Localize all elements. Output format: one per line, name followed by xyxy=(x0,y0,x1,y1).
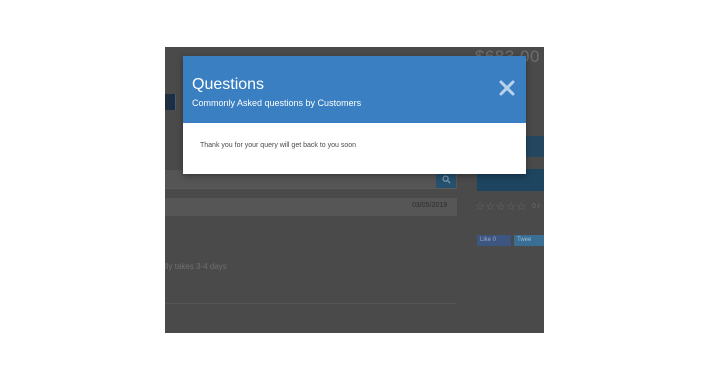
divider xyxy=(165,303,457,304)
modal-message: Thank you for your query will get back t… xyxy=(200,142,357,149)
rating-count: 0 r xyxy=(532,203,541,210)
question-date: 03/05/2019 xyxy=(412,202,448,209)
facebook-like-button[interactable]: Like 0 xyxy=(477,235,511,246)
answer-text: lly takes 3-4 days xyxy=(165,262,227,271)
modal-title: Questions xyxy=(192,76,265,93)
modal-subtitle: Commonly Asked questions by Customers xyxy=(192,98,362,108)
rating-stars[interactable]: ☆☆☆☆☆ xyxy=(475,200,527,213)
close-icon[interactable] xyxy=(499,80,515,96)
search-icon xyxy=(441,175,451,184)
tweet-button[interactable]: Twee xyxy=(514,235,544,246)
search-button[interactable] xyxy=(436,172,456,188)
questions-modal: Questions Commonly Asked questions by Cu… xyxy=(183,56,526,174)
modal-header: Questions Commonly Asked questions by Cu… xyxy=(183,56,526,123)
left-tab[interactable] xyxy=(165,94,176,110)
